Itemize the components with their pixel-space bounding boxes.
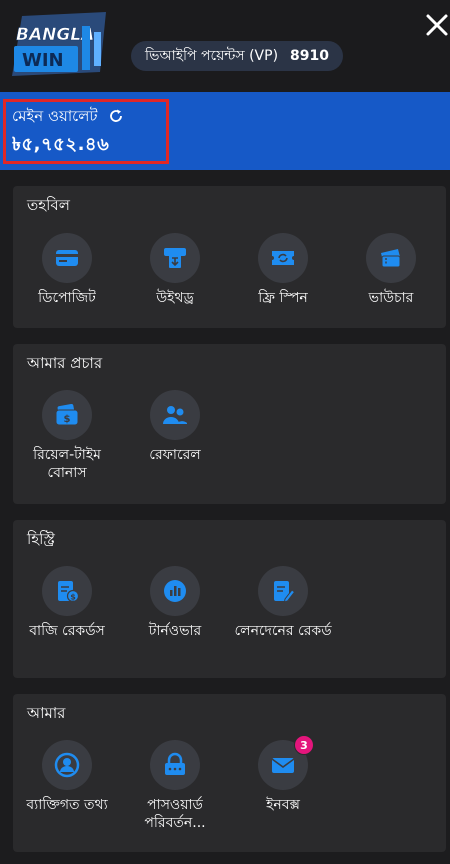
wallet-bonus-icon: $ bbox=[42, 390, 92, 440]
refresh-icon[interactable] bbox=[108, 108, 124, 128]
svg-text:$: $ bbox=[64, 414, 71, 425]
user-icon bbox=[42, 740, 92, 790]
section-title: আমার প্রচার bbox=[27, 354, 103, 372]
vip-points-label: ভিআইপি পয়েন্টস (VP) bbox=[145, 48, 279, 64]
turnover-button[interactable]: টার্নওভার bbox=[125, 566, 225, 640]
item-label: রেফারেল bbox=[149, 447, 201, 463]
vip-points-value: 8910 bbox=[290, 48, 330, 64]
close-icon[interactable] bbox=[424, 12, 450, 38]
withdraw-icon bbox=[150, 233, 200, 283]
withdraw-button[interactable]: উইথড্র bbox=[125, 233, 225, 307]
real-time-bonus-button[interactable]: $ রিয়েল-টাইম বোনাস bbox=[17, 390, 117, 482]
section-my-account: আমার ব্যাক্তিগত তথ্য পাসওয়ার্ড পরিবর্তন… bbox=[13, 694, 446, 852]
free-spin-button[interactable]: ফ্রি স্পিন bbox=[233, 233, 333, 307]
card-icon bbox=[42, 233, 92, 283]
item-label: উইথড্র bbox=[156, 290, 194, 306]
ticket-icon bbox=[258, 233, 308, 283]
voucher-button[interactable]: ভাউচার bbox=[341, 233, 441, 307]
main-wallet-panel: মেইন ওয়ালেট ৳৫,৭৫২.৪৬ bbox=[0, 92, 450, 170]
section-title: আমার bbox=[27, 704, 66, 722]
personal-info-button[interactable]: ব্যাক্তিগত তথ্য bbox=[17, 740, 117, 814]
item-label: ডিপোজিট bbox=[38, 290, 96, 306]
item-label: বাজি রেকর্ডস bbox=[29, 623, 105, 639]
header: BANGLA WIN ভিআইপি পয়েন্টস (VP) 8910 bbox=[0, 0, 450, 92]
item-label: ব্যাক্তিগত তথ্য bbox=[26, 797, 108, 813]
section-history: হিস্ট্রি $ বাজি রেকর্ডস টার্নওভার লেনদেন… bbox=[13, 520, 446, 678]
lock-icon bbox=[150, 740, 200, 790]
item-label: টার্নওভার bbox=[148, 623, 202, 639]
referral-button[interactable]: রেফারেল bbox=[125, 390, 225, 464]
inbox-unread-badge: 3 bbox=[294, 735, 314, 755]
svg-text:$: $ bbox=[70, 593, 76, 602]
section-title: তহবিল bbox=[27, 196, 70, 214]
item-label: ফ্রি স্পিন bbox=[258, 290, 308, 306]
vip-points-pill[interactable]: ভিআইপি পয়েন্টস (VP) 8910 bbox=[131, 41, 344, 71]
wallet-title: মেইন ওয়ালেট bbox=[12, 107, 98, 125]
voucher-icon bbox=[366, 233, 416, 283]
transaction-record-icon bbox=[258, 566, 308, 616]
logo[interactable]: BANGLA WIN bbox=[8, 12, 112, 78]
inbox-button[interactable]: 3 ইনবক্স bbox=[233, 735, 333, 814]
item-label: ভাউচার bbox=[368, 290, 414, 306]
bet-records-button[interactable]: $ বাজি রেকর্ডস bbox=[17, 566, 117, 640]
section-title: হিস্ট্রি bbox=[27, 530, 55, 548]
logo-text-bottom: WIN bbox=[22, 50, 64, 71]
turnover-icon bbox=[150, 566, 200, 616]
transaction-records-button[interactable]: লেনদেনের রেকর্ড bbox=[233, 566, 333, 640]
item-label: লেনদেনের রেকর্ড bbox=[234, 623, 332, 639]
deposit-button[interactable]: ডিপোজিট bbox=[17, 233, 117, 307]
change-password-button[interactable]: পাসওয়ার্ড পরিবর্তন... bbox=[125, 740, 225, 832]
section-funds: তহবিল ডিপোজিট উইথড্র ফ্রি স্পিন ভাউচার bbox=[13, 186, 446, 328]
item-label: ইনবক্স bbox=[266, 797, 300, 813]
item-label: পাসওয়ার্ড পরিবর্তন... bbox=[144, 797, 206, 831]
referral-icon bbox=[150, 390, 200, 440]
item-label: রিয়েল-টাইম বোনাস bbox=[33, 447, 101, 481]
section-promotions: আমার প্রচার $ রিয়েল-টাইম বোনাস রেফারেল bbox=[13, 344, 446, 504]
mail-icon: 3 bbox=[258, 735, 314, 790]
wallet-balance: ৳৫,৭৫২.৪৬ bbox=[12, 134, 110, 155]
bet-record-icon: $ bbox=[42, 566, 92, 616]
